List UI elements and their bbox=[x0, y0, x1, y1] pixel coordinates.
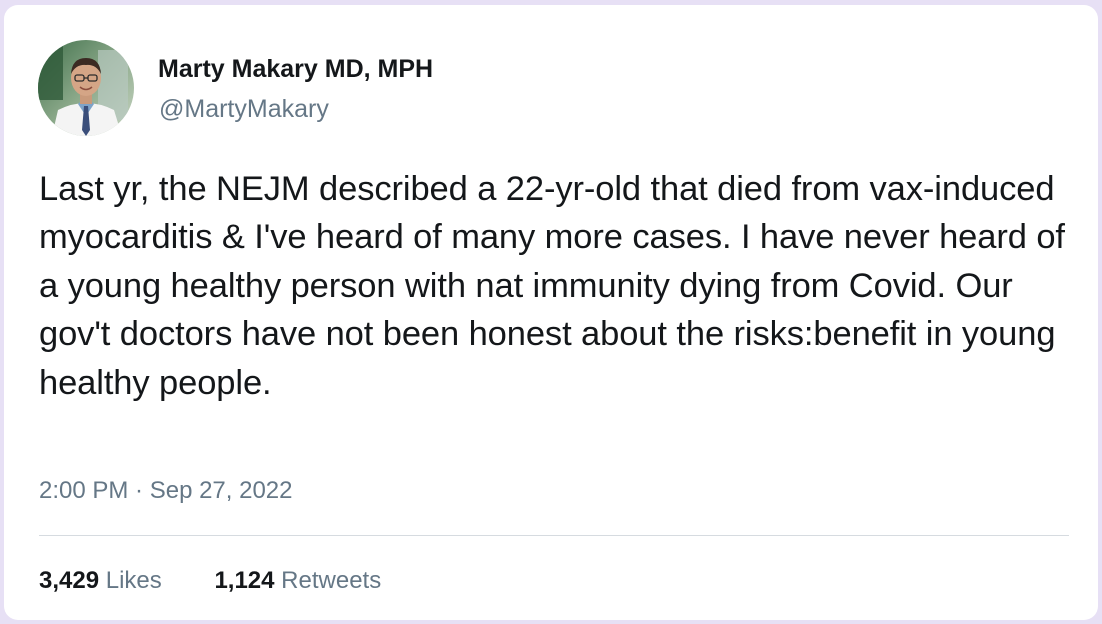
likes-count: 3,429 bbox=[39, 567, 100, 594]
divider bbox=[39, 535, 1069, 536]
retweets-stat[interactable]: 1,124 Retweets bbox=[214, 567, 381, 595]
avatar-photo bbox=[38, 40, 134, 136]
tweet-timestamp[interactable]: 2:00 PM · Sep 27, 2022 bbox=[39, 477, 293, 505]
retweets-count: 1,124 bbox=[214, 567, 275, 594]
likes-label: Likes bbox=[105, 567, 162, 594]
tweet-card: Marty Makary MD, MPH @MartyMakary Last y… bbox=[4, 5, 1098, 620]
engagement-stats: 3,429 Likes 1,124 Retweets bbox=[39, 567, 381, 595]
author-display-name[interactable]: Marty Makary MD, MPH bbox=[158, 55, 433, 84]
author-handle[interactable]: @MartyMakary bbox=[159, 95, 329, 124]
tweet-text: Last yr, the NEJM described a 22-yr-old … bbox=[39, 170, 1065, 402]
retweets-label: Retweets bbox=[281, 567, 382, 594]
likes-stat[interactable]: 3,429 Likes bbox=[39, 567, 162, 595]
avatar[interactable] bbox=[38, 40, 134, 136]
